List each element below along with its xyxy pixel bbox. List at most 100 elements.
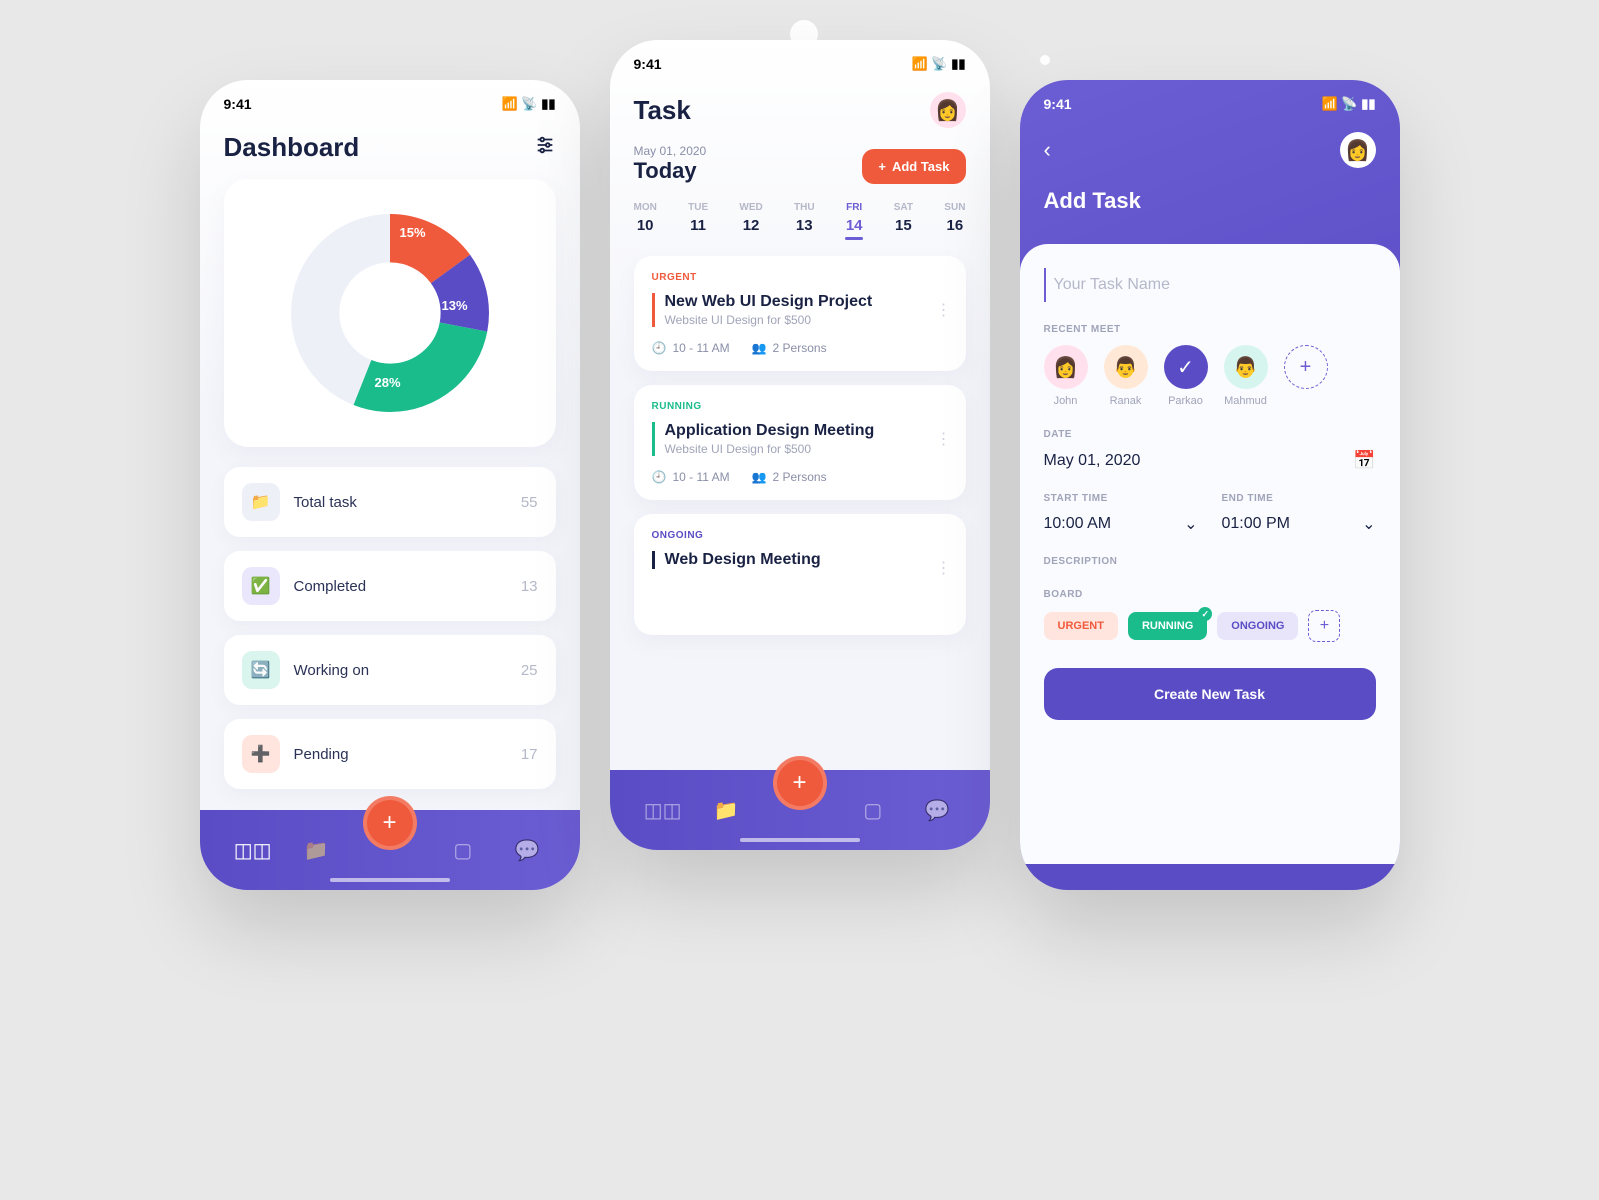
task-card-urgent[interactable]: URGENT ⋮ New Web UI Design Project Websi… — [634, 256, 966, 371]
task-card-running[interactable]: RUNNING ⋮ Application Design Meeting Web… — [634, 385, 966, 500]
task-tag: RUNNING — [652, 401, 948, 412]
day-wed[interactable]: WED12 — [739, 202, 762, 234]
dashboard-title: Dashboard — [224, 132, 360, 163]
task-date: May 01, 2020 — [634, 144, 707, 158]
stat-row-pending[interactable]: ➕ Pending 17 — [224, 719, 556, 789]
status-time: 9:41 — [224, 96, 252, 112]
avatar-icon: 👩 — [1044, 345, 1088, 389]
week-row: MON10 TUE11 WED12 THU13 FRI14 SAT15 SUN1… — [610, 184, 990, 242]
tab-dashboard-icon[interactable]: ◫◫ — [234, 838, 270, 863]
avatar-icon: 👨 — [1224, 345, 1268, 389]
meet-add-button[interactable]: + — [1284, 345, 1328, 389]
clock-icon: 🕘 — [652, 341, 667, 355]
task-persons: 2 Persons — [773, 341, 827, 355]
stat-value: 55 — [521, 494, 538, 511]
stat-label: Completed — [294, 578, 507, 595]
donut-label-orange: 15% — [400, 225, 426, 240]
back-icon[interactable]: ‹ — [1044, 137, 1051, 163]
tab-folder-icon[interactable]: 📁 — [708, 798, 744, 823]
day-tue[interactable]: TUE11 — [688, 202, 708, 234]
status-icons: 📶 📡 ▮▮ — [1322, 96, 1376, 112]
task-persons: 2 Persons — [773, 470, 827, 484]
tab-chat-icon[interactable]: 💬 — [509, 838, 545, 863]
day-fri[interactable]: FRI14 — [846, 202, 863, 234]
phone-task: 9:41 📶 📡 ▮▮ Task 👩 May 01, 2020 Today + … — [610, 40, 990, 850]
donut-chart: 15% 13% 28% — [280, 203, 500, 423]
label-description: DESCRIPTION — [1044, 556, 1376, 567]
persons-icon: 👥 — [752, 341, 767, 355]
add-task-button[interactable]: + Add Task — [862, 149, 965, 184]
chevron-down-icon: ⌄ — [1184, 514, 1197, 534]
avatar[interactable]: 👩 — [1340, 132, 1376, 168]
donut-label-purple: 13% — [442, 298, 468, 313]
clock-icon: 🕘 — [652, 470, 667, 484]
add-task-label: Add Task — [892, 159, 950, 174]
stat-value: 17 — [521, 746, 538, 763]
label-start-time: START TIME — [1044, 493, 1198, 504]
date-value: May 01, 2020 — [1044, 452, 1141, 470]
more-icon[interactable]: ⋮ — [936, 429, 952, 449]
phone-dashboard: 9:41 📶 📡 ▮▮ Dashboard 15% 13% 28% — [200, 80, 580, 890]
addtask-title: Add Task — [1044, 188, 1376, 214]
tab-folder-icon[interactable]: 📁 — [298, 838, 334, 863]
stat-row-total[interactable]: 📁 Total task 55 — [224, 467, 556, 537]
tab-chat-icon[interactable]: 💬 — [919, 798, 955, 823]
stat-label: Pending — [294, 746, 507, 763]
start-time-value: 10:00 AM — [1044, 515, 1112, 533]
fab-add-button[interactable]: + — [773, 756, 827, 810]
avatar[interactable]: 👩 — [930, 92, 966, 128]
stat-row-completed[interactable]: ✅ Completed 13 — [224, 551, 556, 621]
date-selector[interactable]: May 01, 2020 📅 — [1044, 450, 1376, 471]
chevron-down-icon: ⌄ — [1362, 514, 1375, 534]
create-task-button[interactable]: Create New Task — [1044, 668, 1376, 720]
status-time: 9:41 — [634, 56, 662, 72]
tab-board-icon[interactable]: ▢ — [445, 838, 481, 863]
stat-label: Total task — [294, 494, 507, 511]
more-icon[interactable]: ⋮ — [936, 300, 952, 320]
meet-ranak[interactable]: 👨 Ranak — [1104, 345, 1148, 407]
progress-folder-icon: 🔄 — [242, 651, 280, 689]
task-title-text: Web Design Meeting — [665, 551, 948, 569]
donut-label-teal: 28% — [375, 375, 401, 390]
add-folder-icon: ➕ — [242, 735, 280, 773]
status-time: 9:41 — [1044, 96, 1072, 112]
addtask-sheet: RECENT MEET 👩 John 👨 Ranak ✓ Parkao 👨 Ma… — [1020, 244, 1400, 864]
board-chip-urgent[interactable]: URGENT — [1044, 612, 1118, 640]
status-icons: 📶 📡 ▮▮ — [502, 96, 556, 112]
meet-mahmud[interactable]: 👨 Mahmud — [1224, 345, 1268, 407]
label-recent-meet: RECENT MEET — [1044, 324, 1376, 335]
more-icon[interactable]: ⋮ — [936, 558, 952, 578]
phone-add-task: 9:41 📶 📡 ▮▮ ‹ 👩 Add Task RECENT MEET 👩 J… — [1020, 80, 1400, 890]
status-bar: 9:41 📶 📡 ▮▮ — [610, 40, 990, 80]
task-time: 10 - 11 AM — [672, 341, 729, 355]
board-add-button[interactable]: + — [1308, 610, 1340, 642]
meet-parkao[interactable]: ✓ Parkao — [1164, 345, 1208, 407]
tab-board-icon[interactable]: ▢ — [855, 798, 891, 823]
label-date: DATE — [1044, 429, 1376, 440]
persons-icon: 👥 — [752, 470, 767, 484]
task-title-text: Application Design Meeting — [665, 422, 948, 440]
task-name-input[interactable] — [1044, 268, 1376, 302]
stat-row-working[interactable]: 🔄 Working on 25 — [224, 635, 556, 705]
day-sat[interactable]: SAT15 — [894, 202, 913, 234]
board-chip-ongoing[interactable]: ONGOING — [1217, 612, 1298, 640]
task-title-text: New Web UI Design Project — [665, 293, 948, 311]
home-indicator — [740, 838, 860, 842]
day-thu[interactable]: THU13 — [794, 202, 815, 234]
stat-value: 13 — [521, 578, 538, 595]
day-sun[interactable]: SUN16 — [944, 202, 965, 234]
avatar-checked-icon: ✓ — [1164, 345, 1208, 389]
task-card-ongoing[interactable]: ONGOING ⋮ Web Design Meeting — [634, 514, 966, 635]
today-label: Today — [634, 158, 707, 184]
meet-john[interactable]: 👩 John — [1044, 345, 1088, 407]
day-mon[interactable]: MON10 — [634, 202, 657, 234]
fab-add-button[interactable]: + — [363, 796, 417, 850]
tab-dashboard-icon[interactable]: ◫◫ — [644, 798, 680, 823]
status-bar: 9:41 📶 📡 ▮▮ — [200, 80, 580, 120]
start-time-selector[interactable]: 10:00 AM ⌄ — [1044, 514, 1198, 534]
check-icon: ✓ — [1198, 607, 1212, 621]
end-time-selector[interactable]: 01:00 PM ⌄ — [1222, 514, 1376, 534]
label-end-time: END TIME — [1222, 493, 1376, 504]
board-chip-running[interactable]: RUNNING ✓ — [1128, 612, 1207, 640]
settings-icon[interactable] — [534, 134, 556, 162]
